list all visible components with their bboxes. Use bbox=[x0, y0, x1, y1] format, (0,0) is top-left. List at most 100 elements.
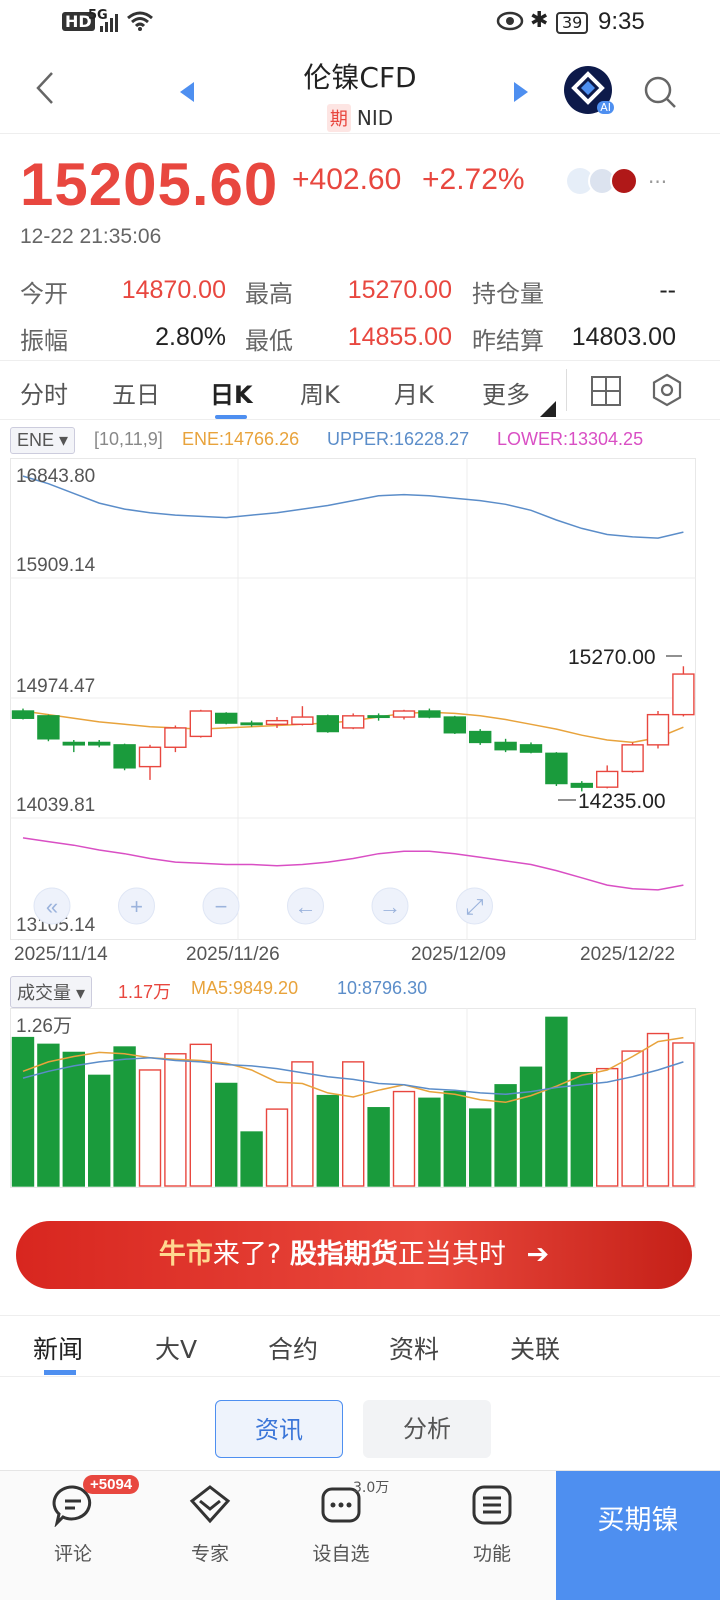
tab-zixun[interactable]: 资讯 bbox=[215, 1400, 343, 1458]
watch-count: 3.0万 bbox=[353, 1480, 390, 1496]
upper-value: UPPER:16228.27 bbox=[327, 429, 470, 449]
high-annotation: 15270.00 bbox=[568, 646, 656, 669]
amp-label: 振幅 bbox=[20, 327, 68, 355]
banner-part2: 来了? bbox=[212, 1239, 290, 1270]
eye-icon bbox=[496, 10, 524, 38]
period-tabs: 分时 五日 日K 周K 月K 更多 bbox=[0, 360, 720, 420]
volume-bar bbox=[62, 1051, 85, 1187]
candle-body bbox=[316, 715, 339, 733]
promo-banner[interactable]: 牛市来了? 股指期货正当其时 ➔ bbox=[16, 1221, 692, 1289]
open-value: 14870.00 bbox=[121, 276, 226, 304]
signal-icon bbox=[100, 12, 122, 38]
zoom-out-icon[interactable]: − bbox=[202, 887, 240, 925]
open-label: 今开 bbox=[20, 280, 68, 308]
tab-contract[interactable]: 合约 bbox=[268, 1330, 318, 1366]
tab-5day[interactable]: 五日 bbox=[112, 375, 160, 410]
candle-body bbox=[214, 712, 238, 724]
candle-body bbox=[62, 741, 85, 746]
volume-indicator-row: 成交量 ▾ 1.17万 MA5:9849.20 10:8796.30 bbox=[10, 976, 710, 1008]
volume-bar bbox=[11, 1036, 35, 1187]
social-avatars[interactable] bbox=[566, 166, 640, 200]
futures-badge: 期 bbox=[326, 104, 351, 132]
volume-bar bbox=[443, 1090, 466, 1187]
ai-assistant-icon[interactable]: AI bbox=[564, 66, 614, 114]
ene-value: ENE:14766.26 bbox=[182, 429, 300, 449]
kline-chart[interactable]: 16843.8015909.1414974.4714039.8113105.14… bbox=[10, 458, 696, 940]
quote-timestamp: 12-22 21:35:06 bbox=[20, 225, 162, 248]
candle-body bbox=[164, 727, 187, 748]
volume-bar bbox=[316, 1094, 339, 1187]
more-triangle-icon bbox=[540, 401, 556, 421]
tab-news[interactable]: 新闻 bbox=[33, 1330, 83, 1366]
function-button[interactable]: 功能 bbox=[432, 1471, 552, 1566]
price-axis-label: 14974.47 bbox=[16, 676, 95, 697]
comment-count-badge: +5094 bbox=[83, 1475, 140, 1494]
indicator-selector[interactable]: ENE ▾ bbox=[10, 427, 76, 454]
next-arrow-icon[interactable] bbox=[512, 82, 528, 106]
volume-chart[interactable]: 1.26万 bbox=[10, 1008, 696, 1188]
candle-body bbox=[37, 715, 60, 740]
tab-indicator bbox=[215, 415, 247, 419]
control-glyph: « bbox=[46, 894, 58, 919]
oi-value: -- bbox=[659, 276, 676, 304]
indicator-params: [10,11,9] bbox=[94, 429, 163, 449]
search-icon[interactable] bbox=[642, 74, 678, 114]
tab-big-v[interactable]: 大V bbox=[155, 1330, 197, 1366]
more-icon[interactable]: ··· bbox=[648, 170, 667, 194]
scroll-left-icon[interactable]: ← bbox=[287, 887, 324, 925]
settle-label: 昨结算 bbox=[472, 327, 544, 355]
volume-bar bbox=[265, 1108, 289, 1187]
header: 伦镍CFD 期 NID AI bbox=[0, 48, 720, 134]
candle-body bbox=[519, 744, 543, 753]
volume-value: 1.17万 bbox=[118, 982, 172, 1002]
zoom-in-icon[interactable]: + bbox=[118, 887, 155, 925]
tab-info[interactable]: 资料 bbox=[389, 1330, 439, 1366]
comment-button[interactable]: 评论 +5094 bbox=[13, 1471, 140, 1566]
news-tabs: 新闻 大V 合约 资料 关联 bbox=[0, 1315, 720, 1377]
tab-daily-k[interactable]: 日K bbox=[210, 375, 253, 410]
candle-body bbox=[596, 770, 619, 788]
add-watchlist-button[interactable]: 设自选 3.0万 bbox=[281, 1471, 401, 1566]
bottom-bar: 评论 +5094 专家 设自选 3.0万 功能 买期镍 bbox=[0, 1470, 720, 1600]
tab-intraday[interactable]: 分时 bbox=[20, 375, 68, 410]
zoom-reset-icon[interactable]: « bbox=[33, 887, 71, 925]
bluetooth-icon: ✱ bbox=[530, 8, 549, 33]
candle-body bbox=[494, 741, 517, 751]
price-axis-label: 14039.81 bbox=[16, 795, 95, 816]
tab-monthly-k[interactable]: 月K bbox=[394, 375, 434, 410]
layout-grid-icon[interactable] bbox=[590, 375, 622, 411]
tab-analysis[interactable]: 分析 bbox=[363, 1400, 491, 1458]
arrow-right-icon: ➔ bbox=[526, 1239, 550, 1270]
volume-bar bbox=[138, 1069, 162, 1187]
tab-more[interactable]: 更多 bbox=[482, 375, 530, 410]
candle-body bbox=[443, 716, 466, 734]
candle-body bbox=[570, 782, 593, 788]
candle-body bbox=[11, 710, 35, 719]
wifi-icon bbox=[126, 10, 154, 38]
tab-related[interactable]: 关联 bbox=[510, 1330, 560, 1366]
tab-weekly-k[interactable]: 周K bbox=[300, 375, 340, 410]
control-glyph: − bbox=[215, 894, 228, 919]
battery-icon: 39 bbox=[556, 12, 589, 34]
fullscreen-icon[interactable]: ⤢ bbox=[456, 887, 493, 925]
buy-button[interactable]: 买期镍 bbox=[556, 1471, 720, 1600]
volume-bar bbox=[113, 1046, 136, 1187]
price-axis-label: 16843.80 bbox=[16, 466, 95, 487]
volume-selector[interactable]: 成交量 ▾ bbox=[10, 976, 93, 1008]
oi-label: 持仓量 bbox=[472, 280, 544, 308]
settings-icon[interactable] bbox=[650, 373, 684, 411]
indicator-name: ENE bbox=[17, 430, 55, 450]
scroll-right-icon[interactable]: → bbox=[371, 887, 409, 925]
volume-indicator-name: 成交量 bbox=[17, 983, 71, 1003]
price-change-pct: +2.72% bbox=[422, 163, 525, 196]
diamond-icon bbox=[189, 1485, 231, 1524]
lower-value: LOWER:13304.25 bbox=[497, 429, 644, 449]
candle-body bbox=[367, 715, 390, 719]
volume-bar bbox=[621, 1050, 644, 1187]
settle-value: 14803.00 bbox=[571, 323, 676, 351]
banner-part4: 正当其时 bbox=[397, 1239, 506, 1270]
expert-button[interactable]: 专家 bbox=[150, 1471, 270, 1566]
volume-bar bbox=[596, 1067, 619, 1187]
volume-ma5: MA5:9849.20 bbox=[191, 978, 299, 998]
candle-body bbox=[646, 713, 670, 746]
